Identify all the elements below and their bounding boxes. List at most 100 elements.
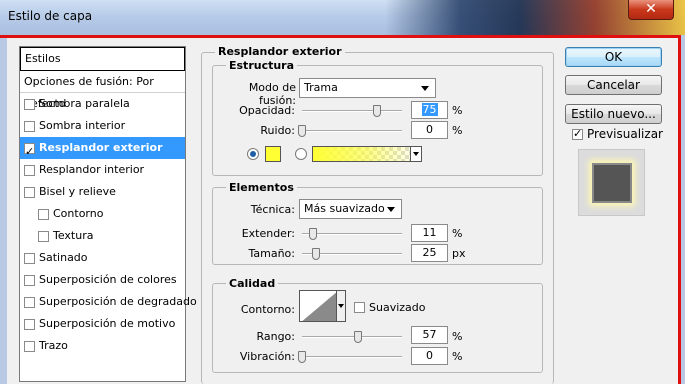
style-item-superposicion-degradado[interactable]: Superposición de degradado: [20, 291, 197, 313]
contour-label: Contorno:: [240, 303, 295, 316]
noise-slider-track[interactable]: [302, 130, 402, 132]
checkbox[interactable]: [38, 208, 49, 220]
technique-select[interactable]: Más suavizado: [299, 199, 402, 219]
checkbox[interactable]: [24, 318, 35, 330]
gradient-radio[interactable]: [295, 148, 307, 160]
range-unit: %: [452, 330, 463, 343]
ok-button[interactable]: OK: [565, 47, 662, 67]
size-unit: px: [452, 247, 466, 260]
style-item-superposicion-motivo[interactable]: Superposición de motivo: [20, 313, 185, 335]
noise-input[interactable]: 0: [411, 121, 448, 139]
style-item-label: Resplandor interior: [39, 163, 145, 176]
checkbox[interactable]: [24, 296, 35, 308]
glow-gradient-picker[interactable]: [312, 146, 422, 162]
glow-color-swatch[interactable]: [265, 146, 281, 162]
checkbox[interactable]: [38, 230, 49, 242]
size-input[interactable]: 25: [411, 244, 448, 262]
checkbox[interactable]: [24, 274, 35, 286]
chevron-down-icon[interactable]: [410, 147, 421, 161]
style-item-label: Bisel y relieve: [39, 185, 116, 198]
close-icon: ✕: [645, 1, 657, 17]
contour-picker[interactable]: [299, 290, 337, 322]
range-slider-thumb[interactable]: [354, 331, 362, 343]
title-bar: Estilo de capa ✕: [0, 0, 685, 36]
spread-slider-thumb[interactable]: [309, 228, 317, 240]
style-item-label: Textura: [53, 229, 94, 242]
blend-mode-value: Trama: [304, 81, 338, 94]
opacity-slider-thumb[interactable]: [373, 105, 381, 117]
noise-slider-thumb[interactable]: [298, 125, 306, 137]
style-item-textura[interactable]: Textura: [20, 225, 185, 247]
style-item-label: Trazo: [39, 339, 68, 352]
jitter-slider-track[interactable]: [302, 356, 402, 358]
spread-input[interactable]: 11: [411, 224, 448, 242]
styles-list: Estilos Opciones de fusión: Por defecto …: [19, 46, 197, 382]
style-item-label: Resplandor exterior: [39, 141, 163, 154]
new-style-button[interactable]: Estilo nuevo...: [565, 104, 662, 124]
opacity-input[interactable]: 75: [411, 101, 448, 119]
checkbox[interactable]: [24, 164, 35, 176]
checkbox[interactable]: [24, 186, 35, 198]
blend-options-item[interactable]: Opciones de fusión: Por defecto: [20, 71, 185, 110]
style-item-bisel-relieve[interactable]: Bisel y relieve: [20, 181, 185, 203]
checkbox[interactable]: [24, 98, 35, 110]
checkbox[interactable]: [24, 340, 35, 352]
style-item-sombra-interior[interactable]: Sombra interior: [20, 115, 185, 137]
contour-dropdown[interactable]: [337, 290, 346, 322]
size-slider-thumb[interactable]: [312, 248, 320, 260]
antialias-label: Suavizado: [369, 301, 426, 314]
style-item-resplandor-interior[interactable]: Resplandor interior: [20, 159, 185, 181]
style-item-superposicion-colores[interactable]: Superposición de colores: [20, 269, 185, 291]
chevron-down-icon: [387, 207, 395, 212]
chevron-down-icon: [421, 86, 429, 91]
panel-title: Resplandor exterior: [215, 45, 345, 58]
quality-title: Calidad: [226, 277, 279, 290]
range-input[interactable]: 57: [411, 326, 448, 344]
noise-unit: %: [452, 124, 463, 137]
style-item-label: Sombra interior: [39, 119, 126, 132]
style-item-label: Sombra paralela: [39, 97, 130, 110]
range-slider-track[interactable]: [302, 336, 402, 338]
blend-mode-select[interactable]: Trama: [299, 78, 436, 98]
spread-slider-track[interactable]: [302, 233, 402, 235]
checkbox[interactable]: [24, 120, 35, 132]
preview-label: Previsualizar: [587, 127, 663, 141]
style-item-label: Contorno: [53, 207, 104, 220]
cancel-button[interactable]: Cancelar: [565, 75, 662, 95]
style-item-trazo[interactable]: Trazo: [20, 335, 185, 357]
jitter-slider-thumb[interactable]: [298, 351, 306, 363]
spread-label: Extender:: [241, 227, 295, 240]
elements-title: Elementos: [226, 181, 297, 194]
style-item-label: Superposición de motivo: [39, 317, 176, 330]
contour-curve-icon: [302, 292, 336, 321]
style-item-resplandor-exterior[interactable]: Resplandor exterior: [20, 137, 185, 163]
preview-thumbnail: [578, 149, 645, 216]
preview-toggle[interactable]: Previsualizar: [572, 127, 663, 141]
structure-title: Estructura: [226, 59, 298, 72]
style-item-sombra-paralela[interactable]: Sombra paralela: [20, 93, 185, 115]
size-label: Tamaño:: [248, 247, 295, 260]
styles-header[interactable]: Estilos: [20, 47, 185, 71]
jitter-label: Vibración:: [239, 350, 295, 363]
solid-color-radio[interactable]: [247, 148, 259, 160]
jitter-input[interactable]: 0: [411, 347, 448, 365]
preview-swatch: [592, 163, 632, 203]
antialias-toggle[interactable]: Suavizado: [354, 301, 426, 314]
style-item-label: Satinado: [39, 251, 88, 264]
window-title: Estilo de capa: [8, 9, 93, 23]
antialias-checkbox[interactable]: [354, 302, 365, 313]
close-button[interactable]: ✕: [628, 0, 674, 20]
jitter-unit: %: [452, 350, 463, 363]
checkbox[interactable]: [24, 141, 35, 163]
technique-value: Más suavizado: [304, 202, 385, 215]
style-item-label: Superposición de degradado: [39, 295, 197, 308]
preview-checkbox[interactable]: [572, 127, 583, 140]
checkbox[interactable]: [24, 252, 35, 264]
style-item-satinado[interactable]: Satinado: [20, 247, 185, 269]
opacity-value: 75: [421, 103, 438, 116]
opacity-slider-track[interactable]: [302, 110, 402, 112]
spread-unit: %: [452, 227, 463, 240]
window-edge: [681, 35, 685, 384]
style-item-contorno[interactable]: Contorno: [20, 203, 185, 225]
style-item-label: Superposición de colores: [39, 273, 177, 286]
